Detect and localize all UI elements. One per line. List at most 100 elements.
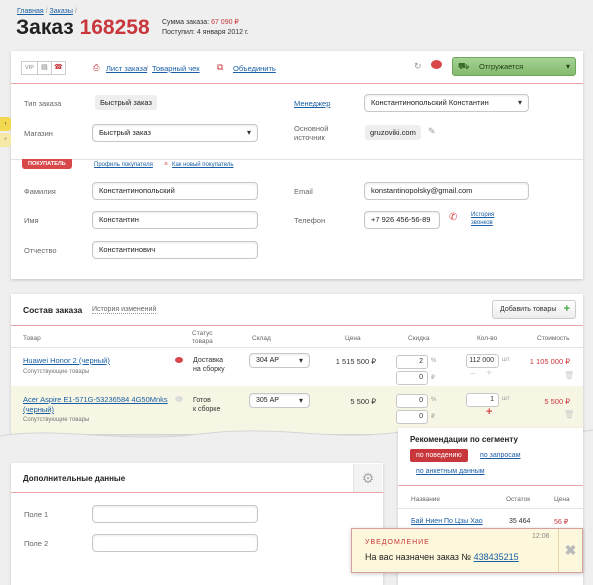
breadcrumb: Главная / Заказы / — [17, 8, 77, 15]
col-warehouse: Склад — [252, 335, 271, 342]
history-link[interactable]: История изменений — [92, 306, 157, 314]
rec-item-price: 56 ₽ — [554, 519, 569, 526]
new-buyer-link[interactable]: Как новый покупатель — [172, 162, 233, 168]
item-status: Готов к сборке — [193, 397, 221, 413]
breadcrumb-orders[interactable]: Заказы — [50, 8, 73, 15]
item-cost: 5 500 ₽ — [544, 397, 570, 406]
rec-item-stock: 35 464 — [509, 518, 531, 525]
field1-input[interactable] — [92, 505, 258, 523]
rec-col-price: Цена — [554, 496, 570, 503]
source-label: Основной источник — [294, 124, 329, 142]
manager-select[interactable]: Константинопольский Константин — [364, 94, 529, 112]
comment-icon[interactable] — [431, 60, 442, 69]
breadcrumb-home[interactable]: Главная — [17, 8, 44, 15]
toolbar-separator: / — [146, 64, 149, 73]
chevron-down-icon: ▾ — [565, 62, 570, 71]
close-icon: ✖ — [564, 542, 577, 558]
col-price: Цена — [345, 335, 361, 342]
page-title-word: Заказ — [16, 16, 74, 39]
vip-toggle[interactable]: VIP ▤ ☎ — [21, 61, 66, 75]
product-link[interactable]: Acer Aspire E1-571G-53236584 4G50Mnks (че… — [23, 395, 168, 415]
col-cost: Стоимость — [537, 335, 570, 342]
field2-label: Поле 2 — [24, 539, 49, 548]
comment-icon[interactable] — [175, 357, 183, 363]
phone-icon[interactable]: ☎ — [50, 62, 65, 74]
order-type-value: Быстрый заказ — [95, 95, 157, 110]
buyer-divider — [11, 159, 583, 160]
vip-button[interactable]: VIP — [22, 62, 37, 74]
extra-data-divider — [11, 492, 383, 493]
product-link[interactable]: Huawei Honor 2 (черный) — [23, 356, 110, 365]
rec-col-stock: Остаток — [506, 496, 531, 503]
tab-survey[interactable]: по анкетным данным — [416, 468, 485, 475]
surname-label: Фамилия — [24, 187, 56, 196]
email-label: Email — [294, 187, 313, 196]
status-label: Отгружается — [479, 62, 524, 71]
truck-icon: ⛟ — [458, 61, 470, 71]
gear-icon: ⚙ — [361, 470, 375, 486]
item-status: Доставка на сборку — [193, 357, 225, 373]
discount-percent-input[interactable]: 2 — [396, 355, 428, 369]
col-discount: Скидка — [408, 335, 430, 342]
col-status: Статус товара — [192, 330, 213, 345]
related-items-link[interactable]: Сопутствующие товары — [23, 369, 89, 375]
side-tab-add[interactable]: + — [0, 133, 11, 147]
trash-icon[interactable]: 🗑 — [564, 371, 574, 380]
warehouse-select[interactable]: 305 АР — [249, 393, 310, 408]
phone-label: Телефон — [294, 216, 326, 225]
email-field[interactable]: konstantinopolsky@gmail.com — [364, 182, 529, 200]
notification-close-button[interactable]: ✖ — [558, 529, 582, 572]
plus-icon[interactable]: + — [486, 406, 492, 418]
pencil-icon[interactable]: ✎ — [428, 126, 436, 137]
merge-link[interactable]: Объединить — [233, 64, 276, 73]
tab-requests[interactable]: по запросам — [480, 452, 521, 459]
rec-row-divider — [398, 508, 583, 509]
call-history-link[interactable]: История звонков — [471, 211, 494, 227]
receipt-link[interactable]: Товарный чек — [152, 64, 200, 73]
status-dropdown[interactable]: ⛟ Отгружается ▾ — [452, 57, 576, 76]
row-divider — [11, 347, 583, 348]
order-sheet-link[interactable]: Лист заказа — [106, 64, 147, 73]
tab-behavior[interactable]: по поведению — [410, 449, 468, 462]
order-number: 168258 — [79, 16, 150, 39]
phone-field[interactable]: +7 926 456-56-89 — [364, 211, 440, 229]
rec-item-link[interactable]: Бай Ниен По Цзы Хао — [411, 518, 483, 525]
minus-icon[interactable]: − — [470, 369, 476, 380]
printer-icon[interactable]: ⎙ — [93, 63, 99, 73]
surname-field[interactable]: Константинопольский — [92, 182, 258, 200]
warehouse-select[interactable]: 304 АР — [249, 353, 310, 368]
col-item: Товар — [23, 335, 41, 342]
manager-link[interactable]: Менеджер — [294, 99, 330, 108]
order-type-label: Тип заказа — [24, 99, 62, 108]
plus-icon[interactable]: + — [486, 368, 492, 379]
order-received: Поступил: 4 января 2012 г. — [162, 29, 249, 36]
store-select[interactable]: Быстрый заказ — [92, 124, 258, 142]
notification-text: На вас назначен заказ № 438435215 — [365, 552, 519, 562]
settings-button[interactable]: ⚙ — [353, 464, 382, 492]
field2-input[interactable] — [92, 534, 258, 552]
item-price: 1 515 500 ₽ — [335, 357, 376, 366]
patronymic-field[interactable]: Константинович — [92, 241, 258, 259]
store-label: Магазин — [24, 129, 53, 138]
notification-order-link[interactable]: 438435215 — [474, 552, 519, 562]
close-icon: × — [164, 161, 169, 168]
qty-input[interactable]: 112 000 — [466, 354, 499, 368]
discount-percent-input[interactable]: 0 — [396, 394, 428, 408]
card-icon[interactable]: ▤ — [36, 62, 51, 74]
add-items-button[interactable]: Добавить товары + — [492, 300, 576, 319]
patronymic-label: Отчество — [24, 246, 57, 255]
buyer-profile-link[interactable]: Профиль покупателя — [94, 162, 153, 168]
buyer-badge: ПОКУПАТЕЛЬ — [22, 159, 72, 169]
notification-time: 12:06 — [532, 533, 550, 540]
discount-rub-input[interactable]: 0 — [396, 371, 428, 385]
call-icon[interactable]: ✆ — [449, 212, 457, 223]
side-tab-yellow[interactable]: ‹ — [0, 117, 11, 131]
item-cost: 1 105 000 ₽ — [529, 357, 570, 366]
recommendations-title: Рекомендации по сегменту — [410, 435, 518, 444]
name-field[interactable]: Константин — [92, 211, 258, 229]
refresh-icon[interactable]: ↻ — [414, 61, 422, 72]
composition-title: Состав заказа — [23, 305, 83, 315]
qty-input[interactable]: 1 — [466, 393, 499, 407]
comment-icon[interactable] — [175, 396, 183, 402]
notification-title: УВЕДОМЛЕНИЕ — [365, 539, 430, 546]
